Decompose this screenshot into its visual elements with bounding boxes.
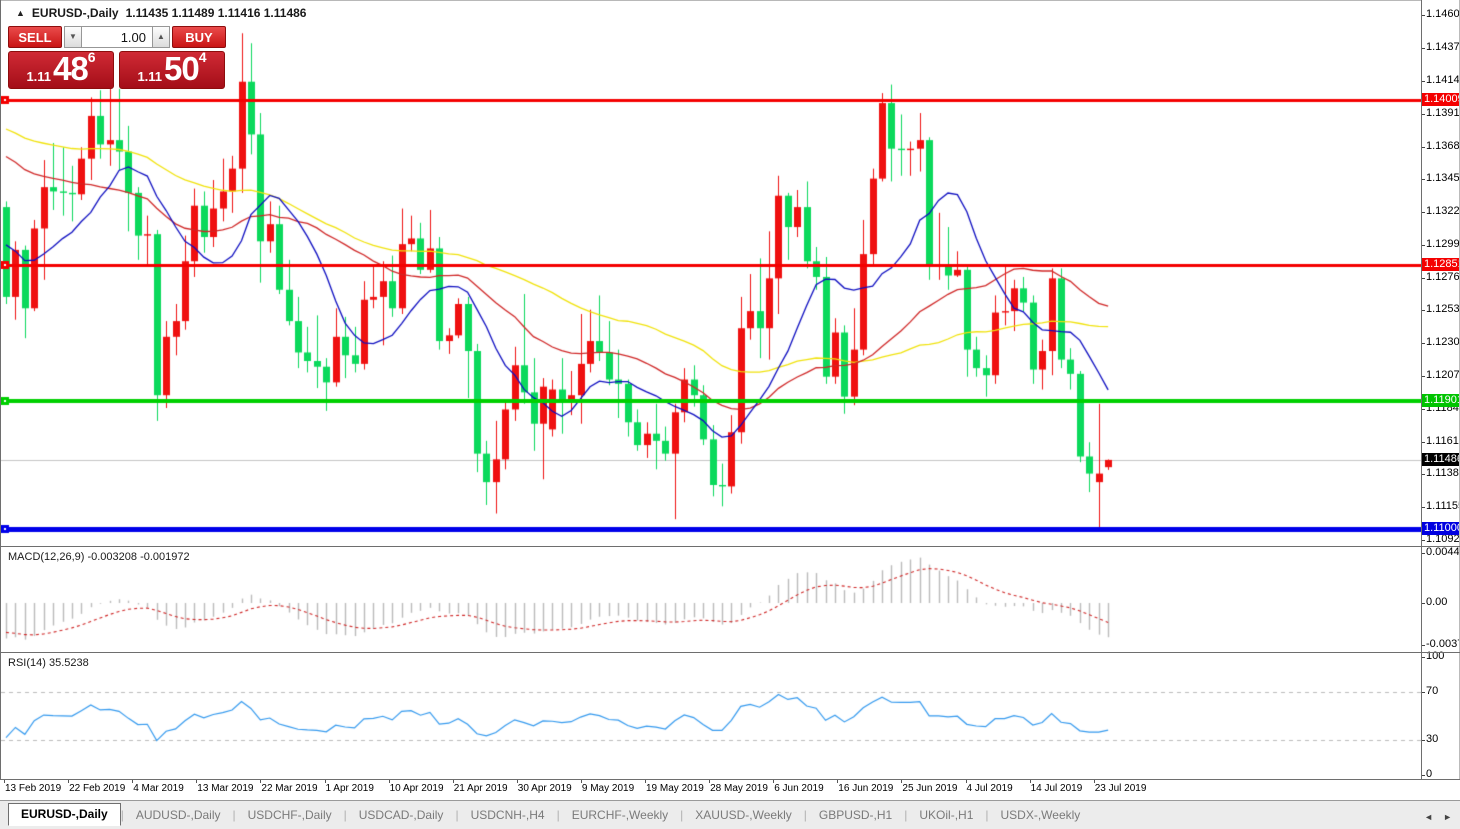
tab-item-usdchf-daily[interactable]: USDCHF-,Daily xyxy=(236,805,344,826)
tab-item-ukoil-h1[interactable]: UKOil-,H1 xyxy=(907,805,985,826)
symbol-triangle-icon: ▲ xyxy=(16,8,25,18)
date-label: 22 Feb 2019 xyxy=(69,783,125,794)
buy-price-display[interactable]: 1.11 50 4 xyxy=(119,51,225,89)
date-axis: 13 Feb 2019 22 Feb 2019 4 Mar 2019 13 Mar 2… xyxy=(0,780,1460,800)
date-label: 21 Apr 2019 xyxy=(454,783,508,794)
tab-item-xauusd-weekly[interactable]: XAUUSD-,Weekly xyxy=(683,805,803,826)
tab-item-usdx-weekly[interactable]: USDX-,Weekly xyxy=(989,805,1093,826)
price-tick: 1.14375 xyxy=(1426,41,1460,53)
macd-axis-label: -0.003715 xyxy=(1426,638,1460,650)
tab-item-audusd-daily[interactable]: AUDUSD-,Daily xyxy=(124,805,233,826)
rsi-indicator-label: RSI(14) 35.5238 xyxy=(8,657,89,669)
date-label: 14 Jul 2019 xyxy=(1031,783,1083,794)
price-tick: 1.12995 xyxy=(1426,238,1460,250)
date-label: 22 Mar 2019 xyxy=(261,783,317,794)
rsi-axis-label: 70 xyxy=(1426,685,1438,697)
volume-increase-button[interactable]: ▲ xyxy=(152,26,170,48)
macd-indicator-label: MACD(12,26,9) -0.003208 -0.001972 xyxy=(8,551,190,563)
tab-item-eurusd-daily[interactable]: EURUSD-,Daily xyxy=(8,803,121,826)
price-tick: 1.12535 xyxy=(1426,303,1460,315)
buy-price-pipette: 4 xyxy=(199,42,207,72)
date-label: 6 Jun 2019 xyxy=(774,783,824,794)
chart-tab-bar: EURUSD-,Daily|AUDUSD-,Daily|USDCHF-,Dail… xyxy=(0,800,1460,829)
one-click-trade-widget: SELL ▼ ▲ BUY 1.11 48 6 1.11 50 4 xyxy=(8,26,226,89)
price-line-label: 1.14009 xyxy=(1422,93,1460,106)
date-label: 23 Jul 2019 xyxy=(1095,783,1147,794)
price-tick: 1.12075 xyxy=(1426,369,1460,381)
quote-ohlc-values: 1.11435 1.11489 1.11416 1.11486 xyxy=(126,6,307,20)
date-label: 25 Jun 2019 xyxy=(902,783,957,794)
date-label: 16 Jun 2019 xyxy=(838,783,893,794)
price-tick: 1.13685 xyxy=(1426,140,1460,152)
price-axis: 1.14605 1.14375 1.14145 1.13915 1.13685 1.134… xyxy=(1422,0,1460,800)
date-label: 30 Apr 2019 xyxy=(518,783,572,794)
axis-divider xyxy=(1421,0,1422,800)
sell-price-prefix: 1.11 xyxy=(26,69,51,84)
price-line-label: 1.12851 xyxy=(1422,258,1460,271)
date-label: 10 Apr 2019 xyxy=(390,783,444,794)
price-tick: 1.11155 xyxy=(1426,500,1460,512)
buy-price-prefix: 1.11 xyxy=(137,69,162,84)
price-line-label: 1.11486 xyxy=(1422,453,1460,466)
tab-item-gbpusd-h1[interactable]: GBPUSD-,H1 xyxy=(807,805,904,826)
sell-button[interactable]: SELL xyxy=(8,26,62,48)
price-line-label: 1.11000 xyxy=(1422,522,1460,535)
price-tick: 1.11385 xyxy=(1426,467,1460,479)
price-tick: 1.13455 xyxy=(1426,172,1460,184)
symbol-timeframe-label: EURUSD-,Daily xyxy=(32,6,119,20)
trading-app-window: ▲ EURUSD-,Daily 1.11435 1.11489 1.11416 … xyxy=(0,0,1460,829)
date-label: 9 May 2019 xyxy=(582,783,634,794)
date-label: 4 Mar 2019 xyxy=(133,783,184,794)
macd-axis-label: 0.004465 xyxy=(1426,546,1460,558)
macd-axis-label: 0.00 xyxy=(1426,596,1447,608)
price-tick: 1.12765 xyxy=(1426,271,1460,283)
price-tick: 1.12305 xyxy=(1426,336,1460,348)
tab-scroll-right-icon[interactable]: ► xyxy=(1443,812,1452,822)
date-label: 13 Feb 2019 xyxy=(5,783,61,794)
tab-scroll-left-icon[interactable]: ◄ xyxy=(1424,812,1433,822)
rsi-panel-divider[interactable] xyxy=(0,652,1460,653)
rsi-axis-label: 30 xyxy=(1426,733,1438,745)
chart-left-border xyxy=(0,0,1,800)
date-label: 1 Apr 2019 xyxy=(326,783,374,794)
price-tick: 1.14145 xyxy=(1426,74,1460,86)
buy-price-big-digits: 50 xyxy=(164,54,199,84)
sell-price-big-digits: 48 xyxy=(53,54,88,84)
price-line-label: 1.11901 xyxy=(1422,394,1460,407)
tab-item-eurchf-weekly[interactable]: EURCHF-,Weekly xyxy=(560,805,680,826)
tab-item-usdcnh-h4[interactable]: USDCNH-,H4 xyxy=(459,805,557,826)
macd-panel-divider[interactable] xyxy=(0,546,1460,547)
main-chart-canvas[interactable] xyxy=(0,0,1421,800)
price-tick: 1.13915 xyxy=(1426,107,1460,119)
date-label: 13 Mar 2019 xyxy=(197,783,253,794)
date-label: 4 Jul 2019 xyxy=(967,783,1013,794)
date-label: 19 May 2019 xyxy=(646,783,704,794)
volume-decrease-button[interactable]: ▼ xyxy=(64,26,82,48)
sell-price-pipette: 6 xyxy=(88,42,96,72)
price-tick: 1.11615 xyxy=(1426,435,1460,447)
date-label: 28 May 2019 xyxy=(710,783,768,794)
sell-price-display[interactable]: 1.11 48 6 xyxy=(8,51,114,89)
price-tick: 1.14605 xyxy=(1426,8,1460,20)
price-tick: 1.13225 xyxy=(1426,205,1460,217)
tab-item-usdcad-daily[interactable]: USDCAD-,Daily xyxy=(347,805,456,826)
quote-header: ▲ EURUSD-,Daily 1.11435 1.11489 1.11416 … xyxy=(16,6,306,20)
